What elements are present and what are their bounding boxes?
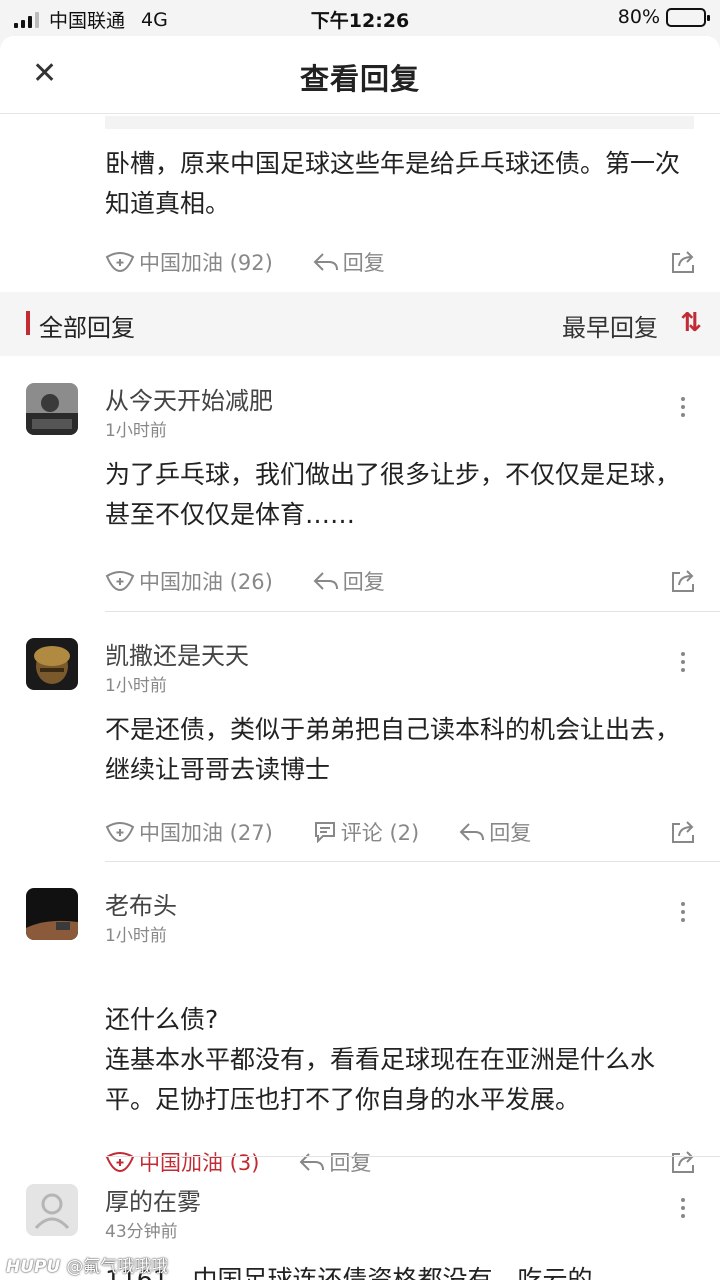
comment-item: 老布头 1小时前 还什么债? 连基本水平都没有，看看足球现在在亚洲是什么水平。足… (0, 886, 720, 1175)
watermark-brand: HUPU (6, 1257, 61, 1277)
all-replies-label: 全部回复 (39, 314, 135, 342)
comment-item: 凯撒还是天天 1小时前 不是还债，类似于弟弟把自己读本科的机会让出去，继续让哥哥… (0, 638, 720, 868)
sheet-header: ✕ 查看回复 (0, 36, 720, 114)
avatar[interactable] (26, 1184, 78, 1236)
reply-label: 回复 (329, 1151, 372, 1175)
cheer-icon (105, 1152, 135, 1173)
comment-button[interactable]: 评论 (2) (313, 817, 419, 847)
like-button[interactable]: 中国加油 (27) (105, 817, 273, 847)
status-right: 80% (617, 6, 710, 28)
watermark: HUPU @氟气哦哦哦 (6, 1252, 168, 1277)
sort-icon[interactable]: ⇅ (680, 308, 702, 338)
reply-icon (459, 823, 485, 841)
more-icon[interactable] (680, 652, 686, 672)
page-title: 查看回复 (299, 62, 420, 96)
divider (105, 861, 720, 862)
like-label: 中国加油 (27) (139, 821, 273, 845)
reply-button[interactable]: 回复 (313, 566, 385, 596)
share-icon[interactable] (670, 568, 696, 594)
status-time: 下午12:26 (310, 10, 410, 32)
like-button[interactable]: 中国加油 (92) (105, 247, 273, 277)
avatar[interactable] (26, 383, 78, 435)
reply-sheet: ✕ 查看回复 卧槽，原来中国足球这些年是给乒乓球还债。第一次知道真相。 中国加油… (0, 36, 720, 1280)
cheer-icon (105, 571, 135, 592)
reply-label: 回复 (342, 251, 385, 275)
like-label: 中国加油 (26) (139, 570, 273, 594)
username[interactable]: 厚的在雾 (105, 1182, 201, 1217)
watermark-handle: @氟气哦哦哦 (66, 1257, 169, 1277)
comment-text: 为了乒乓球，我们做出了很多让步，不仅仅是足球，甚至不仅仅是体育…… (105, 460, 681, 529)
section-marker (26, 311, 30, 335)
like-button[interactable]: 中国加油 (26) (105, 566, 273, 596)
username[interactable]: 老布头 (105, 886, 177, 921)
original-post-actions: 中国加油 (92) 回复 (105, 244, 720, 280)
share-icon[interactable] (670, 249, 696, 275)
comment-actions: 中国加油 (26) 回复 (105, 563, 720, 599)
divider (105, 611, 720, 612)
sort-button[interactable]: 最早回复 (562, 308, 658, 343)
battery-icon (666, 7, 710, 27)
cheer-icon (105, 822, 135, 843)
comment-icon (314, 822, 335, 843)
avatar[interactable] (26, 638, 78, 690)
comment-time: 1小时前 (105, 421, 167, 441)
share-icon[interactable] (670, 819, 696, 845)
reply-label: 回复 (342, 570, 385, 594)
more-icon[interactable] (680, 902, 686, 922)
original-post-text: 卧槽，原来中国足球这些年是给乒乓球还债。第一次知道真相。 (105, 149, 681, 218)
reply-icon (313, 572, 338, 590)
username[interactable]: 从今天开始减肥 (105, 381, 273, 416)
share-icon[interactable] (670, 1149, 696, 1175)
quote-strip (105, 116, 694, 129)
username[interactable]: 凯撒还是天天 (105, 636, 249, 671)
more-icon[interactable] (680, 397, 686, 417)
comment-text: 还什么债? 连基本水平都没有，看看足球现在在亚洲是什么水平。足协打压也打不了你自… (105, 1005, 656, 1114)
avatar[interactable] (26, 888, 78, 940)
comment-text: 1161 中国足球连还债资格都没有，吃云的 (105, 1265, 593, 1280)
reply-label: 回复 (489, 821, 532, 845)
comment-actions: 中国加油 (3) 回复 (105, 1144, 720, 1180)
reply-button[interactable]: 回复 (459, 817, 531, 847)
reply-button[interactable]: 回复 (313, 247, 385, 277)
status-bar: 中国联通 4G 下午12:26 80% (0, 0, 720, 36)
all-replies-bar: 全部回复 最早回复 ⇅ (0, 292, 720, 356)
comment-text: 不是还债，类似于弟弟把自己读本科的机会让出去，继续让哥哥去读博士 (105, 715, 681, 784)
reply-icon (300, 1153, 325, 1171)
like-label: 中国加油 (3) (139, 1151, 260, 1175)
like-label: 中国加油 (92) (139, 251, 273, 275)
comment-time: 1小时前 (105, 926, 167, 946)
comment-time: 1小时前 (105, 676, 167, 696)
comment-label: 评论 (2) (340, 821, 420, 845)
more-icon[interactable] (680, 1198, 686, 1218)
cheer-icon (105, 252, 135, 273)
reply-button[interactable]: 回复 (299, 1147, 371, 1177)
comment-actions: 中国加油 (27) 评论 (2) 回复 (105, 814, 720, 850)
like-button[interactable]: 中国加油 (3) (105, 1147, 259, 1177)
battery-percent: 80% (617, 6, 660, 28)
divider (105, 1156, 720, 1157)
comment-item: 从今天开始减肥 1小时前 为了乒乓球，我们做出了很多让步，不仅仅是足球，甚至不仅… (0, 383, 720, 613)
reply-icon (313, 253, 338, 271)
comment-time: 43分钟前 (105, 1222, 178, 1242)
